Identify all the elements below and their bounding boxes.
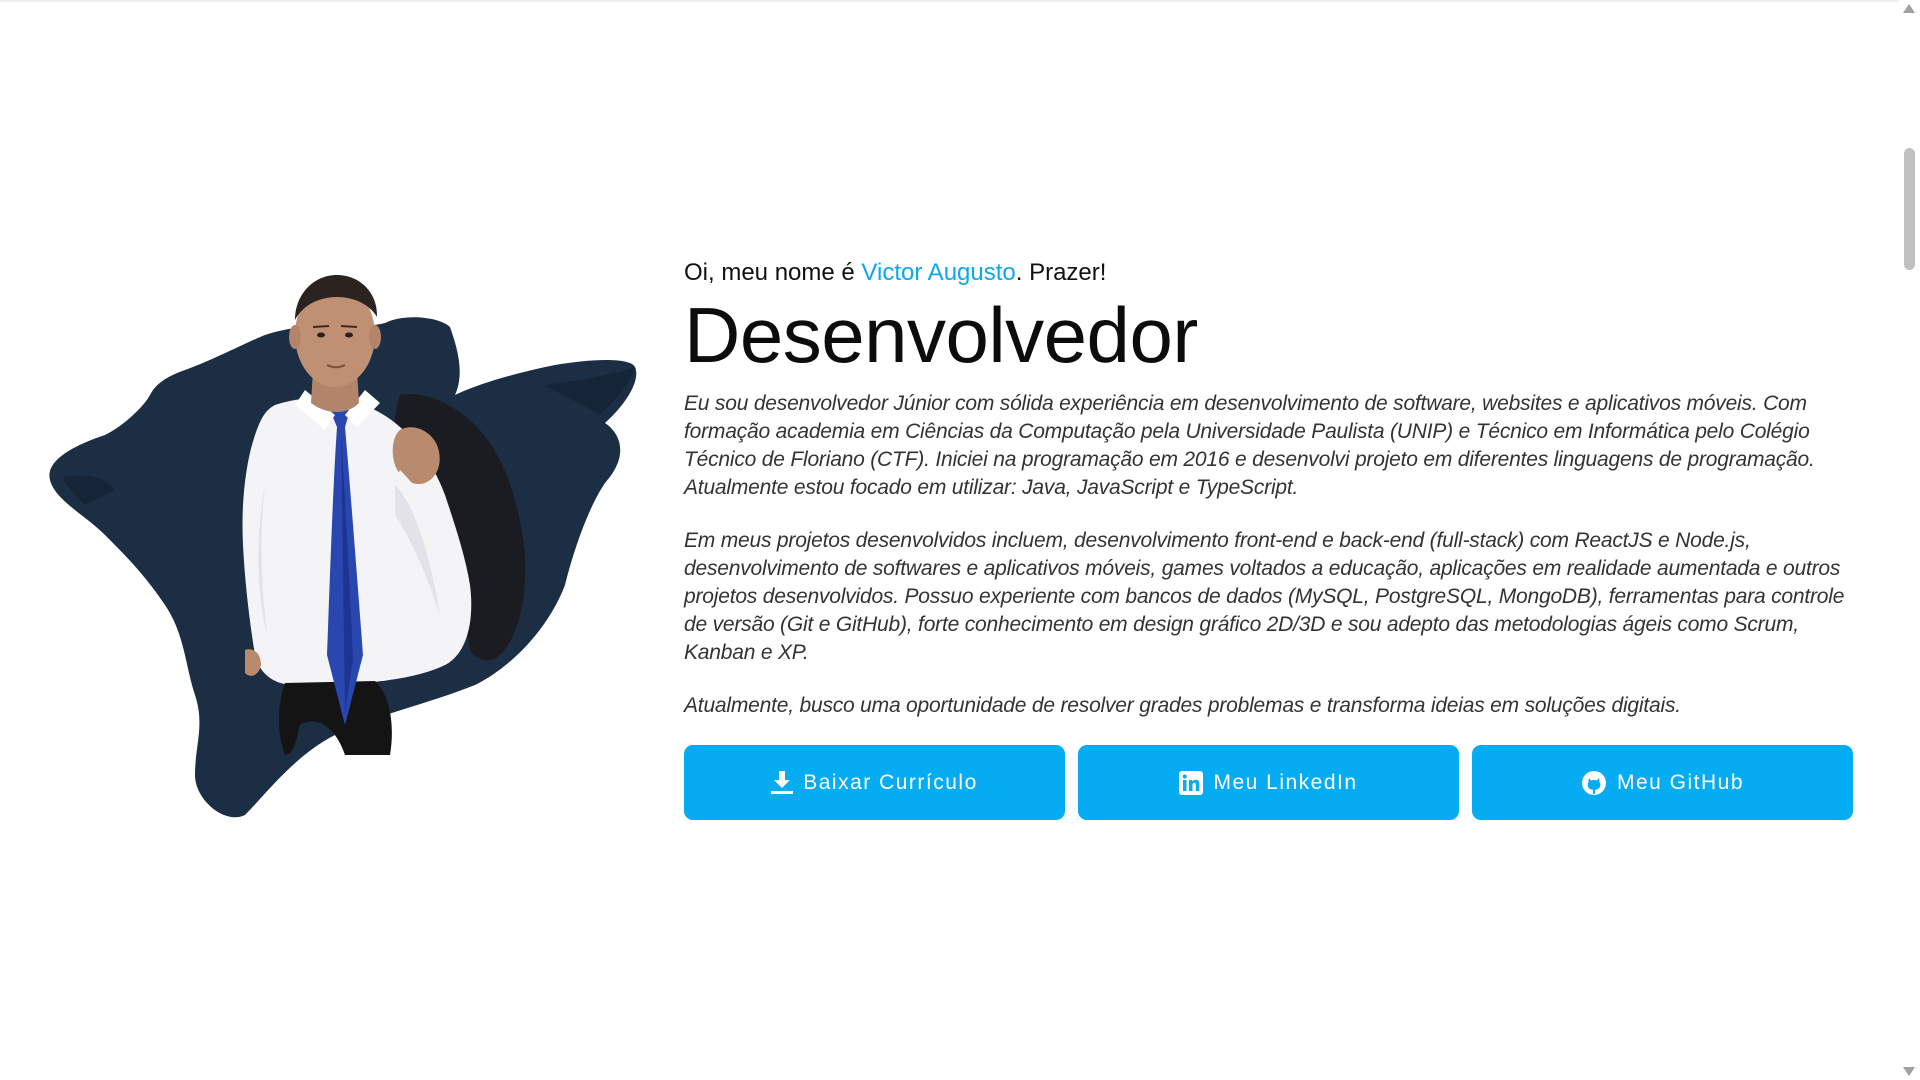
linkedin-label: Meu LinkedIn [1213, 770, 1358, 794]
download-icon [771, 770, 794, 794]
linkedin-icon [1179, 770, 1204, 795]
linkedin-button[interactable]: Meu LinkedIn [1078, 745, 1459, 820]
greeting-prefix: Oi, meu nome é [684, 259, 862, 286]
name-highlight: Victor Augusto [861, 259, 1016, 286]
greeting-suffix: . Prazer! [1015, 259, 1107, 286]
action-buttons: Baixar Currículo Meu LinkedIn Meu GitHub [684, 745, 1854, 820]
github-label: Meu GitHub [1616, 770, 1745, 794]
hero-content: Oi, meu nome é Victor Augusto. Prazer! D… [684, 256, 1854, 820]
intro-paragraph: Eu sou desenvolvedor Júnior com sólida e… [684, 392, 1815, 499]
scroll-down-arrow-icon[interactable] [1903, 1067, 1915, 1076]
download-resume-label: Baixar Currículo [803, 770, 978, 794]
github-button[interactable]: Meu GitHub [1472, 745, 1853, 820]
projects-paragraph: Em meus projetos desenvolvidos incluem, … [684, 529, 1845, 664]
profile-photo [49, 275, 637, 818]
scrollbar[interactable] [1899, 0, 1920, 1080]
scroll-thumb[interactable] [1904, 148, 1915, 270]
goal-paragraph: Atualmente, busco uma oportunidade de re… [684, 694, 1681, 717]
greeting: Oi, meu nome é Victor Augusto. Prazer! [684, 256, 1854, 290]
headline: Desenvolvedor [684, 291, 1198, 379]
top-shadow [0, 0, 1899, 3]
scroll-up-arrow-icon[interactable] [1903, 4, 1915, 13]
github-icon [1581, 770, 1606, 795]
page: Oi, meu nome é Victor Augusto. Prazer! D… [0, 0, 1920, 1080]
download-resume-button[interactable]: Baixar Currículo [684, 745, 1065, 820]
